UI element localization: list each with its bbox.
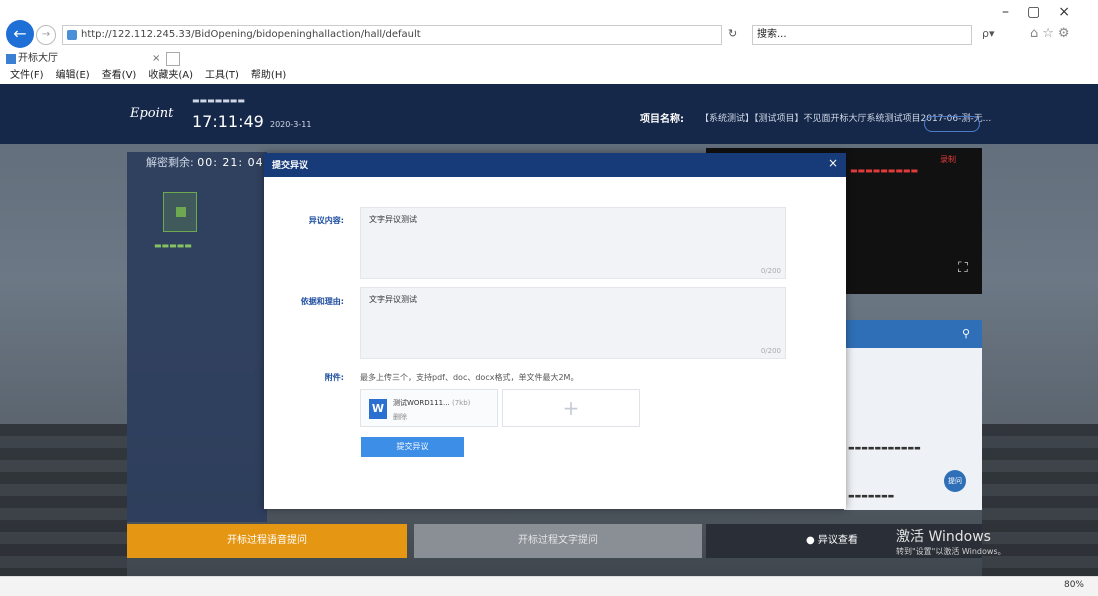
submit-objection-dialog: 提交异议 × 异议内容: 文字异议测试 0/200 依据和理由: 文字异议测试 … — [264, 153, 846, 509]
chat-message: ▬▬▬▬▬▬▬▬▬▬▬ — [848, 444, 921, 452]
fullscreen-icon[interactable]: ⛶ — [958, 260, 968, 276]
file-name: 测试WORD111... (7kb) — [393, 399, 471, 407]
submit-objection-button[interactable]: 提交异议 — [361, 437, 464, 457]
document-tile-label: ▬▬▬▬▬ — [154, 241, 192, 250]
hall-name: ▬▬▬▬▬▬▬ — [192, 96, 245, 105]
menu-view[interactable]: 查看(V) — [102, 68, 137, 84]
upload-file-button[interactable]: + — [502, 389, 640, 427]
voice-question-button[interactable]: 开标过程语音提问 — [127, 524, 407, 558]
countdown-label: 解密剩余: — [146, 156, 194, 169]
close-icon[interactable]: × — [828, 156, 838, 170]
back-button[interactable]: ← — [6, 20, 34, 48]
menu-edit[interactable]: 编辑(E) — [56, 68, 90, 84]
windows-activation-watermark: 激活 Windows — [896, 529, 991, 545]
window-controls[interactable]: –▢× — [1002, 4, 1088, 20]
ask-question-button[interactable]: 提问 — [944, 470, 966, 492]
windows-activation-subtext: 转到"设置"以激活 Windows。 — [896, 547, 1006, 556]
menu-bar: 文件(F) 编辑(E) 查看(V) 收藏夹(A) 工具(T) 帮助(H) — [0, 68, 1098, 84]
countdown-value: 00: 21: 04 — [197, 156, 264, 169]
tab-favicon-icon — [6, 54, 16, 64]
forward-button[interactable]: → — [36, 25, 56, 45]
attached-file[interactable]: W 测试WORD111... (7kb) 删除 — [360, 389, 498, 427]
delete-file-link[interactable]: 删除 — [393, 412, 407, 422]
epoint-logo: Epoint — [130, 106, 174, 121]
refresh-icon[interactable]: ↻ — [728, 27, 737, 40]
hall-seats-left — [0, 424, 127, 576]
chat-message: ▬▬▬▬▬▬▬ — [848, 492, 895, 500]
word-file-icon: W — [369, 399, 387, 419]
search-icon[interactable]: ρ▾ — [982, 27, 995, 40]
basis-reason-label: 依据和理由: — [300, 297, 344, 306]
url-text: http://122.112.245.33/BidOpening/bidopen… — [81, 29, 421, 40]
objection-content-textarea[interactable]: 文字异议测试 0/200 — [360, 207, 786, 279]
menu-favorites[interactable]: 收藏夹(A) — [148, 68, 193, 84]
tab-close-icon[interactable]: × — [152, 50, 160, 68]
dialog-title: 提交异议 — [272, 161, 309, 171]
project-label: 项目名称: — [640, 114, 684, 125]
text-question-button[interactable]: 开标过程文字提问 — [414, 524, 702, 558]
attachment-hint: 最多上传三个，支持pdf、doc、docx格式，单文件最大2M。 — [360, 373, 579, 382]
objection-content-label: 异议内容: — [308, 216, 344, 225]
menu-help[interactable]: 帮助(H) — [251, 68, 286, 84]
document-icon — [176, 207, 186, 217]
char-count: 0/200 — [760, 347, 781, 355]
recording-badge: 录制 — [940, 155, 956, 164]
favorites-icons[interactable]: ⌂☆⚙ — [1030, 26, 1074, 41]
basis-reason-value: 文字异议测试 — [369, 295, 417, 304]
attachment-label: 附件: — [324, 373, 344, 382]
browser-status-bar: 80% — [0, 576, 1098, 596]
page-header: Epoint ▬▬▬▬▬▬▬ 17:11:49 2020-3-11 项目名称: … — [0, 84, 1098, 144]
header-button[interactable] — [924, 116, 980, 132]
file-size: (7kb) — [451, 399, 471, 407]
browser-chrome: ← → http://122.112.245.33/BidOpening/bid… — [0, 0, 1098, 84]
search-input[interactable]: 搜索... — [752, 25, 972, 45]
clock: 17:11:49 — [192, 112, 264, 131]
tab-title: 开标大厅 — [18, 53, 58, 64]
menu-file[interactable]: 文件(F) — [10, 68, 44, 84]
objection-content-value: 文字异议测试 — [369, 215, 417, 224]
zoom-level[interactable]: 80% — [1064, 580, 1084, 590]
browser-tab[interactable]: 开标大厅 × — [4, 50, 184, 68]
new-tab-button[interactable] — [166, 52, 180, 66]
video-status-text: ▬▬▬▬▬▬▬▬▬ — [850, 166, 919, 175]
dialog-title-bar: 提交异议 × — [264, 153, 846, 177]
document-tile[interactable] — [163, 192, 197, 232]
clock-date: 2020-3-11 — [270, 120, 312, 129]
char-count: 0/200 — [760, 267, 781, 275]
basis-reason-textarea[interactable]: 文字异议测试 0/200 — [360, 287, 786, 359]
left-panel — [127, 152, 267, 522]
chat-search-icon[interactable]: ⚲ — [962, 327, 970, 340]
menu-tools[interactable]: 工具(T) — [205, 68, 239, 84]
decrypt-countdown: 解密剩余: 00: 21: 04 — [146, 154, 264, 170]
address-bar[interactable]: http://122.112.245.33/BidOpening/bidopen… — [62, 25, 722, 45]
page-icon — [67, 30, 77, 40]
